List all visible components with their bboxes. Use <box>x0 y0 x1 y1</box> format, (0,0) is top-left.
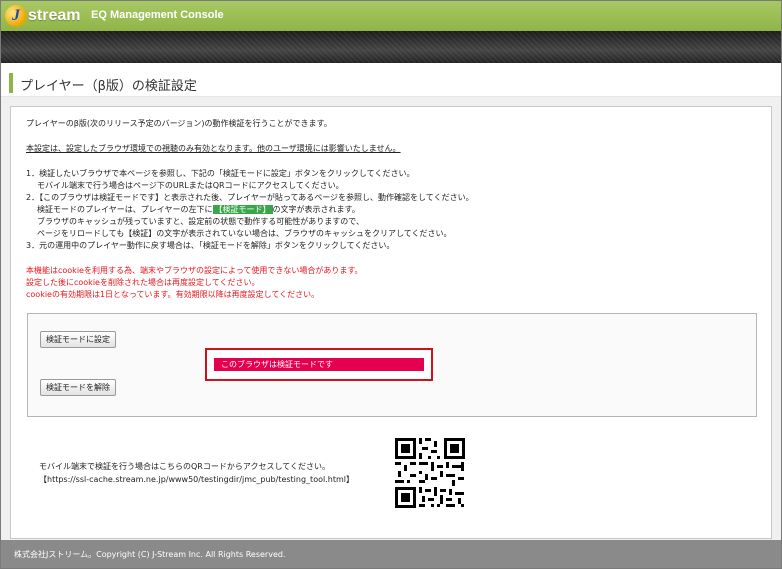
unset-verify-mode-button[interactable]: 検証モードを解除 <box>40 379 116 396</box>
page-title-bar: プレイヤー（β版）の検証設定 <box>1 69 781 97</box>
step-2-indicator-post: の文字が表示されます。 <box>272 205 360 214</box>
title-accent-bar <box>9 73 13 93</box>
qr-code-icon <box>389 432 471 514</box>
step-2-indicator-text: 検証モードのプレイヤーは、プレイヤーの左下に 【検証モード】 の文字が表示されます。 <box>37 204 360 215</box>
verify-mode-highlight: 【検証モード】 <box>212 205 273 214</box>
cookie-note-2: 設定した後にcookieを削除された場合は再度設定してください。 <box>26 278 260 287</box>
testing-url[interactable]: 【https://ssl-cache.stream.ne.jp/www50/te… <box>39 474 354 485</box>
cookie-note-3: cookieの有効期限は1日となっています。有効期限以降は再度設定してください。 <box>26 290 320 299</box>
step-1-text: 1．検証したいブラウザで本ページを参照し、下記の「検証モードに設定」ボタンをクリ… <box>26 169 415 178</box>
step-3-text: 3．元の運用中のプレイヤー動作に戻す場合は、「検証モードを解除」ボタンをクリック… <box>26 241 395 250</box>
app-title: EQ Management Console <box>91 9 224 21</box>
footer: 株式会社Jストリーム。Copyright (C) J-Stream Inc. A… <box>1 540 781 568</box>
step-2-text: 2．【このブラウザは検証モードです】と表示された後、プレイヤーが貼ってあるページ… <box>26 193 474 202</box>
mobile-access-text: モバイル端末で検証を行う場合はこちらのQRコードからアクセスしてください。 <box>39 462 330 471</box>
step-1-mobile-text: モバイル端末で行う場合はページ下のURLまたはQRコードにアクセスしてください。 <box>37 181 344 190</box>
page-title: プレイヤー（β版）の検証設定 <box>20 79 197 94</box>
navigation-bar <box>1 31 781 63</box>
step-2-indicator-pre: 検証モードのプレイヤーは、プレイヤーの左下に <box>37 205 213 214</box>
step-2-cache-text: ブラウザのキャッシュが残っていますと、設定前の状態で動作する可能性がありますので… <box>37 217 364 226</box>
logo-j-icon: J <box>5 5 27 27</box>
logo-text: stream <box>28 7 81 24</box>
copyright-text: 株式会社Jストリーム。Copyright (C) J-Stream Inc. A… <box>14 550 286 559</box>
set-verify-mode-button[interactable]: 検証モードに設定 <box>40 331 116 348</box>
scope-notice: 本設定は、設定したブラウザ環境での視聴のみ有効となります。他のユーザ環境には影響… <box>26 144 401 153</box>
intro-text: プレイヤーのβ版(次のリリース予定のバージョン)の動作検証を行うことができます。 <box>26 119 332 128</box>
top-header-bar: J stream EQ Management Console <box>1 1 781 31</box>
step-2-reload-text: ページをリロードしても【検証】の文字が表示されていない場合は、ブラウザのキャッシ… <box>37 229 452 238</box>
jstream-logo[interactable]: J stream <box>5 4 80 28</box>
verify-mode-status-badge: このブラウザは検証モードです <box>214 358 424 371</box>
cookie-note-1: 本機能はcookieを利用する為、端末やブラウザの設定によって使用できない場合が… <box>26 266 363 275</box>
